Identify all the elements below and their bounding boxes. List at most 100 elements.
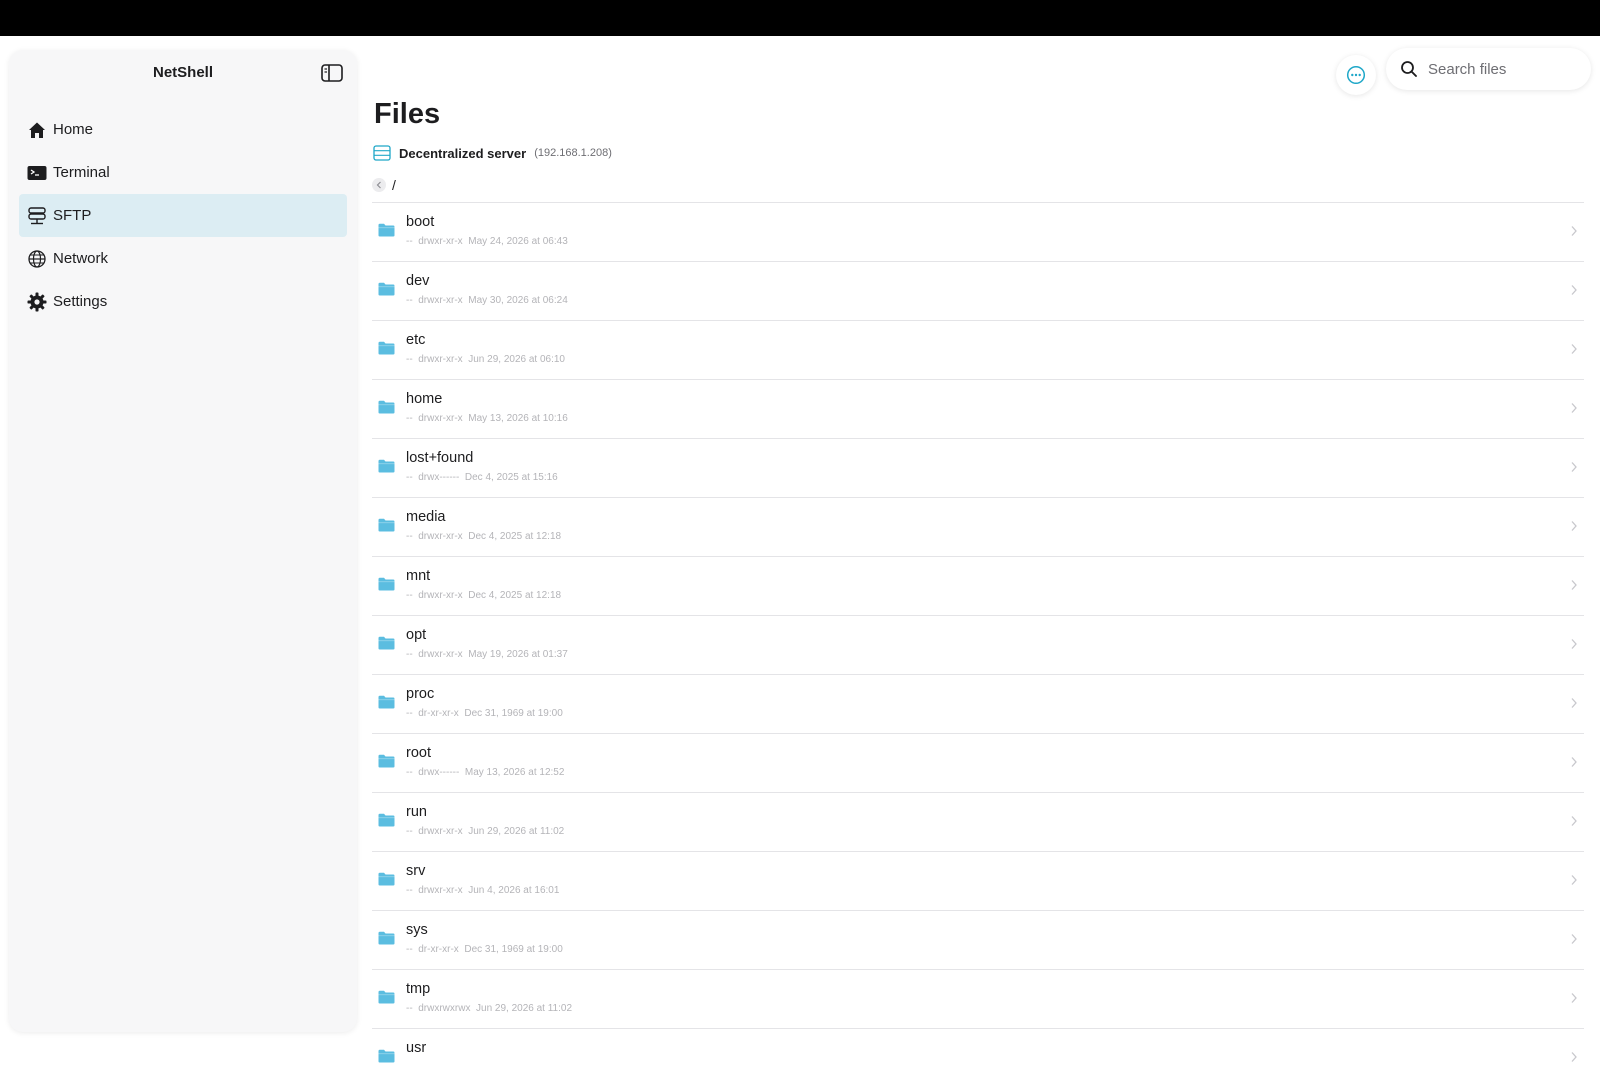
sidebar-item-terminal[interactable]: Terminal (19, 151, 347, 194)
file-name: run (406, 804, 427, 820)
folder-icon (378, 577, 395, 591)
file-name: home (406, 391, 443, 407)
folder-icon (378, 695, 395, 709)
house-icon (27, 120, 47, 140)
file-size: -- (406, 531, 413, 542)
file-modified-date: Jun 4, 2026 at 16:01 (468, 885, 560, 896)
file-row[interactable]: dev -- drwxr-xr-x May 30, 2026 at 06:24 (372, 261, 1584, 320)
file-permissions: drwxr-xr-x (418, 649, 463, 660)
sidebar-item-settings[interactable]: Settings (19, 280, 347, 323)
top-bar (0, 0, 1600, 36)
folder-icon (378, 459, 395, 473)
page-title: Files (374, 98, 441, 130)
sidebar-item-network[interactable]: Network (19, 237, 347, 280)
file-modified-date: May 24, 2026 at 06:43 (468, 236, 568, 247)
file-row[interactable]: etc -- drwxr-xr-x Jun 29, 2026 at 06:10 (372, 320, 1584, 379)
sidebar-toggle-icon[interactable] (320, 62, 344, 84)
ellipsis-circle-icon (1346, 65, 1366, 85)
chevron-right-icon (1571, 639, 1577, 649)
sidebar-item-label: Terminal (53, 164, 110, 181)
file-permissions: drwxrwxrwx (418, 1003, 471, 1014)
folder-icon (378, 636, 395, 650)
folder-icon (378, 813, 395, 827)
chevron-right-icon (1571, 698, 1577, 708)
file-row[interactable]: lost+found -- drwx------ Dec 4, 2025 at 1… (372, 438, 1584, 497)
server-info: Decentralized server (192.168.1.208) (373, 145, 612, 161)
file-permissions: drwxr-xr-x (418, 885, 463, 896)
file-meta: -- drwxr-xr-x May 19, 2026 at 01:37 (406, 649, 568, 660)
sidebar-item-home[interactable]: Home (19, 108, 347, 151)
file-permissions: drwxr-xr-x (418, 295, 463, 306)
file-modified-date: Dec 31, 1969 at 19:00 (464, 708, 563, 719)
file-size: -- (406, 649, 413, 660)
file-meta: -- dr-xr-xr-x Dec 31, 1969 at 19:00 (406, 944, 563, 955)
file-size: -- (406, 767, 413, 778)
sidebar-item-label: Settings (53, 293, 108, 310)
back-button[interactable] (372, 178, 386, 192)
file-size: -- (406, 354, 413, 365)
file-row[interactable]: proc -- dr-xr-xr-x Dec 31, 1969 at 19:00 (372, 674, 1584, 733)
file-meta: -- drwxr-xr-x Jun 4, 2026 at 16:01 (406, 885, 559, 896)
search-input[interactable] (1426, 59, 1590, 79)
sidebar-nav: Home Terminal SFTP Network Settings (19, 108, 347, 323)
file-row[interactable]: opt -- drwxr-xr-x May 19, 2026 at 01:37 (372, 615, 1584, 674)
file-name: dev (406, 273, 430, 289)
file-row[interactable]: mnt -- drwxr-xr-x Dec 4, 2025 at 12:18 (372, 556, 1584, 615)
file-modified-date: May 19, 2026 at 01:37 (468, 649, 568, 660)
chevron-right-icon (1571, 993, 1577, 1003)
chevron-right-icon (1571, 285, 1577, 295)
file-size: -- (406, 944, 413, 955)
file-size: -- (406, 826, 413, 837)
file-permissions: drwxr-xr-x (418, 354, 463, 365)
sidebar-item-label: SFTP (53, 207, 92, 224)
chevron-right-icon (1571, 226, 1577, 236)
file-size: -- (406, 885, 413, 896)
file-meta: -- drwxr-xr-x May 24, 2026 at 06:43 (406, 236, 568, 247)
folder-icon (378, 400, 395, 414)
file-modified-date: Dec 4, 2025 at 12:18 (468, 531, 562, 542)
sidebar: NetShell Home Terminal SFTP Network Sett… (9, 50, 357, 1032)
file-row[interactable]: run -- drwxr-xr-x Jun 29, 2026 at 11:02 (372, 792, 1584, 851)
file-row[interactable]: home -- drwxr-xr-x May 13, 2026 at 10:16 (372, 379, 1584, 438)
file-row[interactable]: root -- drwx------ May 13, 2026 at 12:52 (372, 733, 1584, 792)
file-row[interactable]: srv -- drwxr-xr-x Jun 4, 2026 at 16:01 (372, 851, 1584, 910)
file-size: -- (406, 295, 413, 306)
file-modified-date: May 13, 2026 at 10:16 (468, 413, 568, 424)
chevron-right-icon (1571, 344, 1577, 354)
folder-icon (378, 341, 395, 355)
file-row[interactable]: sys -- dr-xr-xr-x Dec 31, 1969 at 19:00 (372, 910, 1584, 969)
file-name: usr (406, 1040, 427, 1056)
folder-icon (378, 931, 395, 945)
file-row[interactable]: media -- drwxr-xr-x Dec 4, 2025 at 12:18 (372, 497, 1584, 556)
file-permissions: drwxr-xr-x (418, 826, 463, 837)
chevron-right-icon (1571, 462, 1577, 472)
file-row[interactable]: boot -- drwxr-xr-x May 24, 2026 at 06:43 (372, 202, 1584, 261)
chevron-right-icon (1571, 875, 1577, 885)
file-permissions: drwxr-xr-x (418, 236, 463, 247)
sidebar-item-sftp[interactable]: SFTP (19, 194, 347, 237)
file-name: root (406, 745, 431, 761)
file-permissions: drwxr-xr-x (418, 531, 463, 542)
file-name: sys (406, 922, 428, 938)
chevron-left-icon (376, 181, 381, 189)
file-row[interactable]: usr (372, 1028, 1584, 1087)
file-name: boot (406, 214, 435, 230)
server-name: Decentralized server (399, 145, 527, 161)
current-path: / (392, 177, 396, 193)
file-name: srv (406, 863, 426, 879)
chevron-right-icon (1571, 403, 1577, 413)
file-modified-date: Dec 4, 2025 at 15:16 (464, 472, 558, 483)
app-title: NetShell (152, 64, 213, 81)
file-meta: -- dr-xr-xr-x Dec 31, 1969 at 19:00 (406, 708, 563, 719)
file-list: boot -- drwxr-xr-x May 24, 2026 at 06:43 d… (372, 202, 1584, 1087)
file-modified-date: May 30, 2026 at 06:24 (468, 295, 568, 306)
file-row[interactable]: tmp -- drwxrwxrwx Jun 29, 2026 at 11:02 (372, 969, 1584, 1028)
file-permissions: drwxr-xr-x (418, 413, 463, 424)
file-permissions: dr-xr-xr-x (418, 944, 459, 955)
file-modified-date: Jun 29, 2026 at 11:02 (476, 1003, 573, 1014)
file-permissions: drwx------ (418, 472, 460, 483)
file-size: -- (406, 1003, 413, 1014)
more-options-button[interactable] (1336, 55, 1376, 95)
file-name: opt (406, 627, 427, 643)
chevron-right-icon (1571, 816, 1577, 826)
